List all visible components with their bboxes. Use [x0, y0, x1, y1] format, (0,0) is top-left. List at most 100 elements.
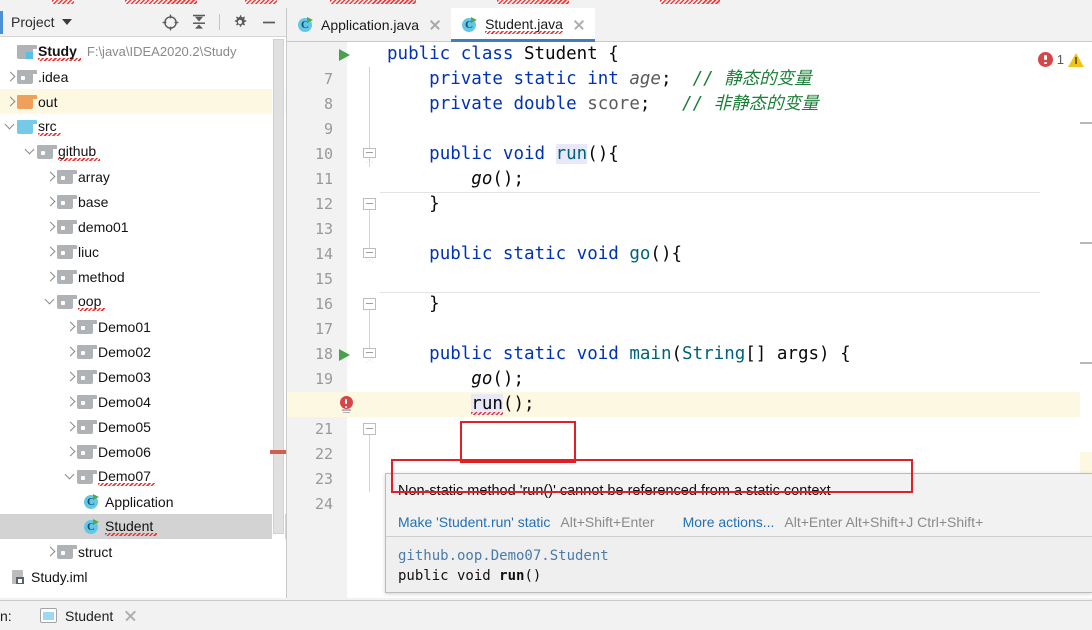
- code-line[interactable]: 11 public void run(){: [287, 142, 1092, 167]
- tree-item-base[interactable]: base: [0, 189, 286, 214]
- code-line[interactable]: 10: [287, 117, 1092, 142]
- tree-item-demo04[interactable]: Demo04: [0, 389, 286, 414]
- inspection-status-widget[interactable]: 1: [1038, 52, 1084, 67]
- tree-item-method[interactable]: method: [0, 264, 286, 289]
- folder-gray-icon: [57, 270, 73, 284]
- fold-start-icon[interactable]: [363, 348, 376, 361]
- code-line[interactable]: 19 public static void main(String[] args…: [287, 342, 1092, 367]
- folder-gray-icon: [37, 145, 53, 159]
- chevron-right-icon[interactable]: [4, 70, 17, 83]
- close-icon[interactable]: [124, 609, 137, 622]
- fold-end-icon[interactable]: [363, 198, 376, 211]
- error-tooltip-popup[interactable]: Non-static method 'run()' cannot be refe…: [385, 473, 1092, 593]
- chevron-right-icon[interactable]: [44, 270, 57, 283]
- error-bulb-icon[interactable]: [338, 396, 355, 414]
- close-icon[interactable]: [428, 18, 442, 32]
- chevron-down-icon[interactable]: [24, 145, 37, 158]
- toolbar-divider: [219, 14, 220, 30]
- chevron-right-icon[interactable]: [64, 320, 77, 333]
- doc-sig-name: run: [499, 568, 524, 584]
- chevron-right-icon[interactable]: [64, 445, 77, 458]
- code-line[interactable]: 12 go();: [287, 167, 1092, 192]
- fold-end-icon[interactable]: [363, 423, 376, 436]
- tree-item-out[interactable]: out: [0, 89, 286, 114]
- code-line[interactable]: 22: [287, 417, 1092, 442]
- run-tab-student[interactable]: Student: [40, 608, 137, 624]
- run-gutter-icon[interactable]: [339, 49, 350, 61]
- fold-start-icon[interactable]: [363, 148, 376, 161]
- doc-sig-suffix: (): [524, 568, 541, 584]
- code-line[interactable]: 7 public class Student {: [287, 42, 1092, 67]
- warning-triangle-icon: [1068, 53, 1084, 67]
- tree-item-label: demo01: [78, 219, 133, 235]
- quick-fix-actions: Make 'Student.run' static Alt+Shift+Ente…: [386, 507, 1092, 536]
- tree-item-github[interactable]: github: [0, 139, 286, 164]
- chevron-right-icon[interactable]: [44, 170, 57, 183]
- quickfix-make-static-link[interactable]: Make 'Student.run' static: [398, 514, 550, 530]
- minimize-icon[interactable]: [260, 13, 278, 31]
- folder-gray-icon: [57, 295, 73, 309]
- tree-item-struct[interactable]: struct: [0, 539, 286, 564]
- tab-student-java[interactable]: C Student.java: [451, 8, 595, 41]
- chevron-right-icon[interactable]: [64, 345, 77, 358]
- tab-application-java[interactable]: C Application.java: [287, 8, 451, 41]
- close-icon[interactable]: [572, 18, 586, 32]
- folder-orange-icon: [17, 95, 33, 109]
- code-line[interactable]: 18: [287, 317, 1092, 342]
- tree-item-src[interactable]: src: [0, 114, 286, 139]
- java-class-runnable-icon: C: [84, 494, 100, 510]
- chevron-right-icon[interactable]: [44, 220, 57, 233]
- chevron-right-icon[interactable]: [64, 370, 77, 383]
- tree-item-demo01[interactable]: Demo01: [0, 314, 286, 339]
- code-line[interactable]: 23: [287, 442, 1092, 467]
- tree-item-demo05[interactable]: Demo05: [0, 414, 286, 439]
- more-actions-link[interactable]: More actions...: [683, 514, 775, 530]
- error-documentation: github.oop.Demo07.Student public void ru…: [386, 536, 1092, 592]
- tree-item-label: array: [78, 169, 114, 185]
- code-line[interactable]: 9 private double score; // 非静态的变量: [287, 92, 1092, 117]
- tree-item-study[interactable]: Study F:\java\IDEA2020.2\Study: [0, 39, 286, 64]
- tree-item-study-iml[interactable]: Study.iml: [0, 564, 286, 589]
- tree-item-demo02[interactable]: Demo02: [0, 339, 286, 364]
- tree-item-demo01-pkg[interactable]: demo01: [0, 214, 286, 239]
- fold-end-icon[interactable]: [363, 298, 376, 311]
- tree-item-demo03[interactable]: Demo03: [0, 364, 286, 389]
- tree-item-array[interactable]: array: [0, 164, 286, 189]
- collapse-all-icon[interactable]: [190, 13, 208, 31]
- locate-icon[interactable]: [161, 13, 179, 31]
- tree-item-demo06[interactable]: Demo06: [0, 439, 286, 464]
- project-tree-scrollbar[interactable]: [272, 38, 285, 569]
- chevron-right-icon[interactable]: [64, 420, 77, 433]
- chevron-right-icon[interactable]: [4, 95, 17, 108]
- chevron-down-icon[interactable]: [62, 19, 72, 25]
- code-line[interactable]: 13 }: [287, 192, 1092, 217]
- code-line[interactable]: 8 private static int age; // 静态的变量: [287, 67, 1092, 92]
- chevron-right-icon[interactable]: [64, 395, 77, 408]
- chevron-right-icon[interactable]: [44, 195, 57, 208]
- code-line[interactable]: 14: [287, 217, 1092, 242]
- tree-item-oop[interactable]: oop: [0, 289, 286, 314]
- tree-item-student[interactable]: C Student: [0, 514, 286, 539]
- code-line[interactable]: 16: [287, 267, 1092, 292]
- chevron-down-icon[interactable]: [4, 120, 17, 133]
- tree-item-liuc[interactable]: liuc: [0, 239, 286, 264]
- code-lines: 7 public class Student { 8 private stati…: [287, 42, 1092, 492]
- project-panel-toolbar: [161, 13, 286, 31]
- tree-item-application[interactable]: C Application: [0, 489, 286, 514]
- chevron-right-icon[interactable]: [44, 245, 57, 258]
- code-line[interactable]: 15 public static void go(){: [287, 242, 1092, 267]
- fold-start-icon[interactable]: [363, 248, 376, 261]
- chevron-down-icon[interactable]: [44, 295, 57, 308]
- folder-gray-icon: [77, 420, 93, 434]
- run-gutter-icon[interactable]: [339, 349, 350, 361]
- chevron-right-icon[interactable]: [44, 545, 57, 558]
- tree-item-idea[interactable]: .idea: [0, 64, 286, 89]
- scrollbar-thumb[interactable]: [273, 39, 284, 534]
- scrollbar-error-marker: [270, 450, 286, 454]
- code-line[interactable]: 17 }: [287, 292, 1092, 317]
- chevron-down-icon[interactable]: [64, 470, 77, 483]
- code-line-error[interactable]: 21 run();: [287, 392, 1092, 417]
- tree-item-demo07[interactable]: Demo07: [0, 464, 286, 489]
- code-line[interactable]: 20 go();: [287, 367, 1092, 392]
- gear-icon[interactable]: [231, 13, 249, 31]
